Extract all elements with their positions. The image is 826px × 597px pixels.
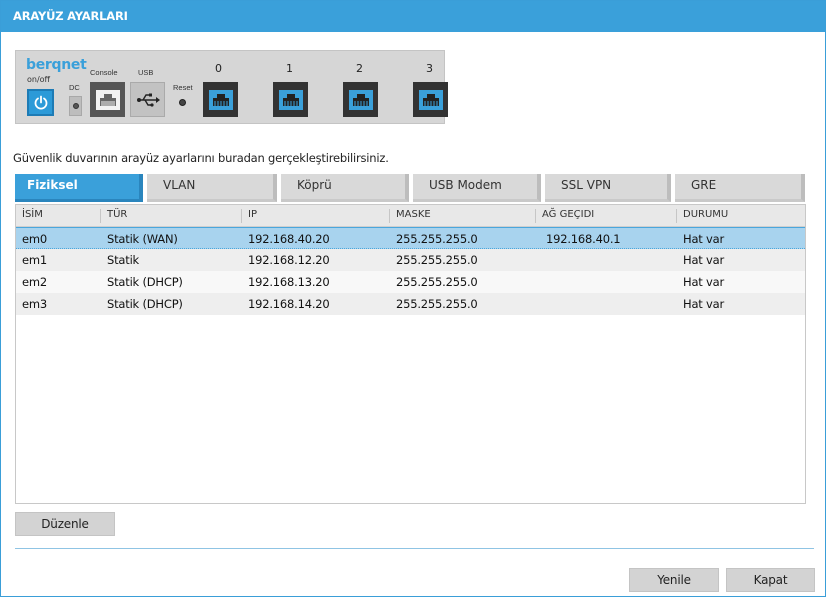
table-row[interactable]: em2 Statik (DHCP) 192.168.13.20 255.255.… xyxy=(16,271,805,293)
interfaces-table: İSİM TÜR IP MASKE AĞ GEÇIDI DURUMU em0 S… xyxy=(15,204,806,504)
cell-type: Statik (DHCP) xyxy=(107,297,183,311)
power-button[interactable] xyxy=(27,89,54,116)
ethernet-port-0[interactable] xyxy=(203,82,238,117)
column-header-ip[interactable]: IP xyxy=(241,209,257,223)
cell-name: em0 xyxy=(22,232,47,246)
port-3-label: 3 xyxy=(426,62,433,75)
cell-ip: 192.168.12.20 xyxy=(248,253,330,267)
table-row[interactable]: em0 Statik (WAN) 192.168.40.20 255.255.2… xyxy=(16,227,805,249)
reset-label: Reset xyxy=(173,83,193,92)
interface-settings-window: ARAYÜZ AYARLARI berqnet on/off DC Consol… xyxy=(0,0,826,597)
console-port-icon xyxy=(95,89,120,110)
tab-vlan[interactable]: VLAN xyxy=(147,174,277,202)
description-text: Güvenlik duvarının arayüz ayarlarını bur… xyxy=(13,151,389,165)
usb-icon xyxy=(136,93,160,107)
cell-status: Hat var xyxy=(683,275,725,289)
cell-status: Hat var xyxy=(683,253,725,267)
cell-status: Hat var xyxy=(683,232,725,246)
cell-mask: 255.255.255.0 xyxy=(396,275,478,289)
column-header-name[interactable]: İSİM xyxy=(16,209,43,223)
power-label: on/off xyxy=(27,75,51,84)
cell-ip: 192.168.13.20 xyxy=(248,275,330,289)
edit-button[interactable]: Düzenle xyxy=(15,512,115,536)
ethernet-port-1[interactable] xyxy=(273,82,308,117)
cell-mask: 255.255.255.0 xyxy=(396,253,478,267)
ethernet-port-2[interactable] xyxy=(343,82,378,117)
close-button[interactable]: Kapat xyxy=(726,568,815,592)
dc-label: DC xyxy=(69,83,80,92)
usb-port xyxy=(130,82,165,117)
tab-usb-modem[interactable]: USB Modem xyxy=(413,174,541,202)
table-row[interactable]: em3 Statik (DHCP) 192.168.14.20 255.255.… xyxy=(16,293,805,315)
cell-ip: 192.168.40.20 xyxy=(248,232,330,246)
cell-mask: 255.255.255.0 xyxy=(396,297,478,311)
column-header-type[interactable]: TÜR xyxy=(100,209,127,223)
cell-gateway: 192.168.40.1 xyxy=(546,232,621,246)
column-header-gateway[interactable]: AĞ GEÇIDI xyxy=(535,209,594,223)
window-title: ARAYÜZ AYARLARI xyxy=(13,9,128,23)
console-label: Console xyxy=(90,68,118,77)
ethernet-port-icon xyxy=(208,89,233,110)
tab-gre[interactable]: GRE xyxy=(675,174,805,202)
reset-button[interactable] xyxy=(179,99,186,106)
port-1-label: 1 xyxy=(286,62,293,75)
brand-logo: berqnet xyxy=(26,57,87,73)
cell-ip: 192.168.14.20 xyxy=(248,297,330,311)
cell-name: em2 xyxy=(22,275,47,289)
tab-kopru[interactable]: Köprü xyxy=(281,174,409,202)
table-header: İSİM TÜR IP MASKE AĞ GEÇIDI DURUMU xyxy=(16,205,805,227)
cell-type: Statik xyxy=(107,253,140,267)
usb-label: USB xyxy=(138,68,154,77)
cell-status: Hat var xyxy=(683,297,725,311)
footer-divider xyxy=(15,548,814,549)
tab-ssl-vpn[interactable]: SSL VPN xyxy=(545,174,671,202)
port-2-label: 2 xyxy=(356,62,363,75)
ethernet-port-3[interactable] xyxy=(413,82,448,117)
port-0-label: 0 xyxy=(215,62,222,75)
table-row[interactable]: em1 Statik 192.168.12.20 255.255.255.0 H… xyxy=(16,249,805,271)
column-header-mask[interactable]: MASKE xyxy=(389,209,431,223)
tab-fiziksel[interactable]: Fiziksel xyxy=(15,174,143,202)
cell-name: em1 xyxy=(22,253,47,267)
cell-type: Statik (WAN) xyxy=(107,232,178,246)
device-panel: berqnet on/off DC Console USB Reset 0 1 … xyxy=(15,50,448,124)
refresh-button[interactable]: Yenile xyxy=(629,568,719,592)
console-port xyxy=(90,82,125,117)
dc-led xyxy=(69,96,82,116)
ethernet-port-icon xyxy=(418,89,443,110)
ethernet-port-icon xyxy=(278,89,303,110)
cell-name: em3 xyxy=(22,297,47,311)
cell-mask: 255.255.255.0 xyxy=(396,232,478,246)
cell-type: Statik (DHCP) xyxy=(107,275,183,289)
column-header-status[interactable]: DURUMU xyxy=(676,209,728,223)
power-icon xyxy=(34,95,47,109)
tab-bar: Fiziksel VLAN Köprü USB Modem SSL VPN GR… xyxy=(15,174,805,202)
title-bar: ARAYÜZ AYARLARI xyxy=(1,1,825,32)
ethernet-port-icon xyxy=(348,89,373,110)
